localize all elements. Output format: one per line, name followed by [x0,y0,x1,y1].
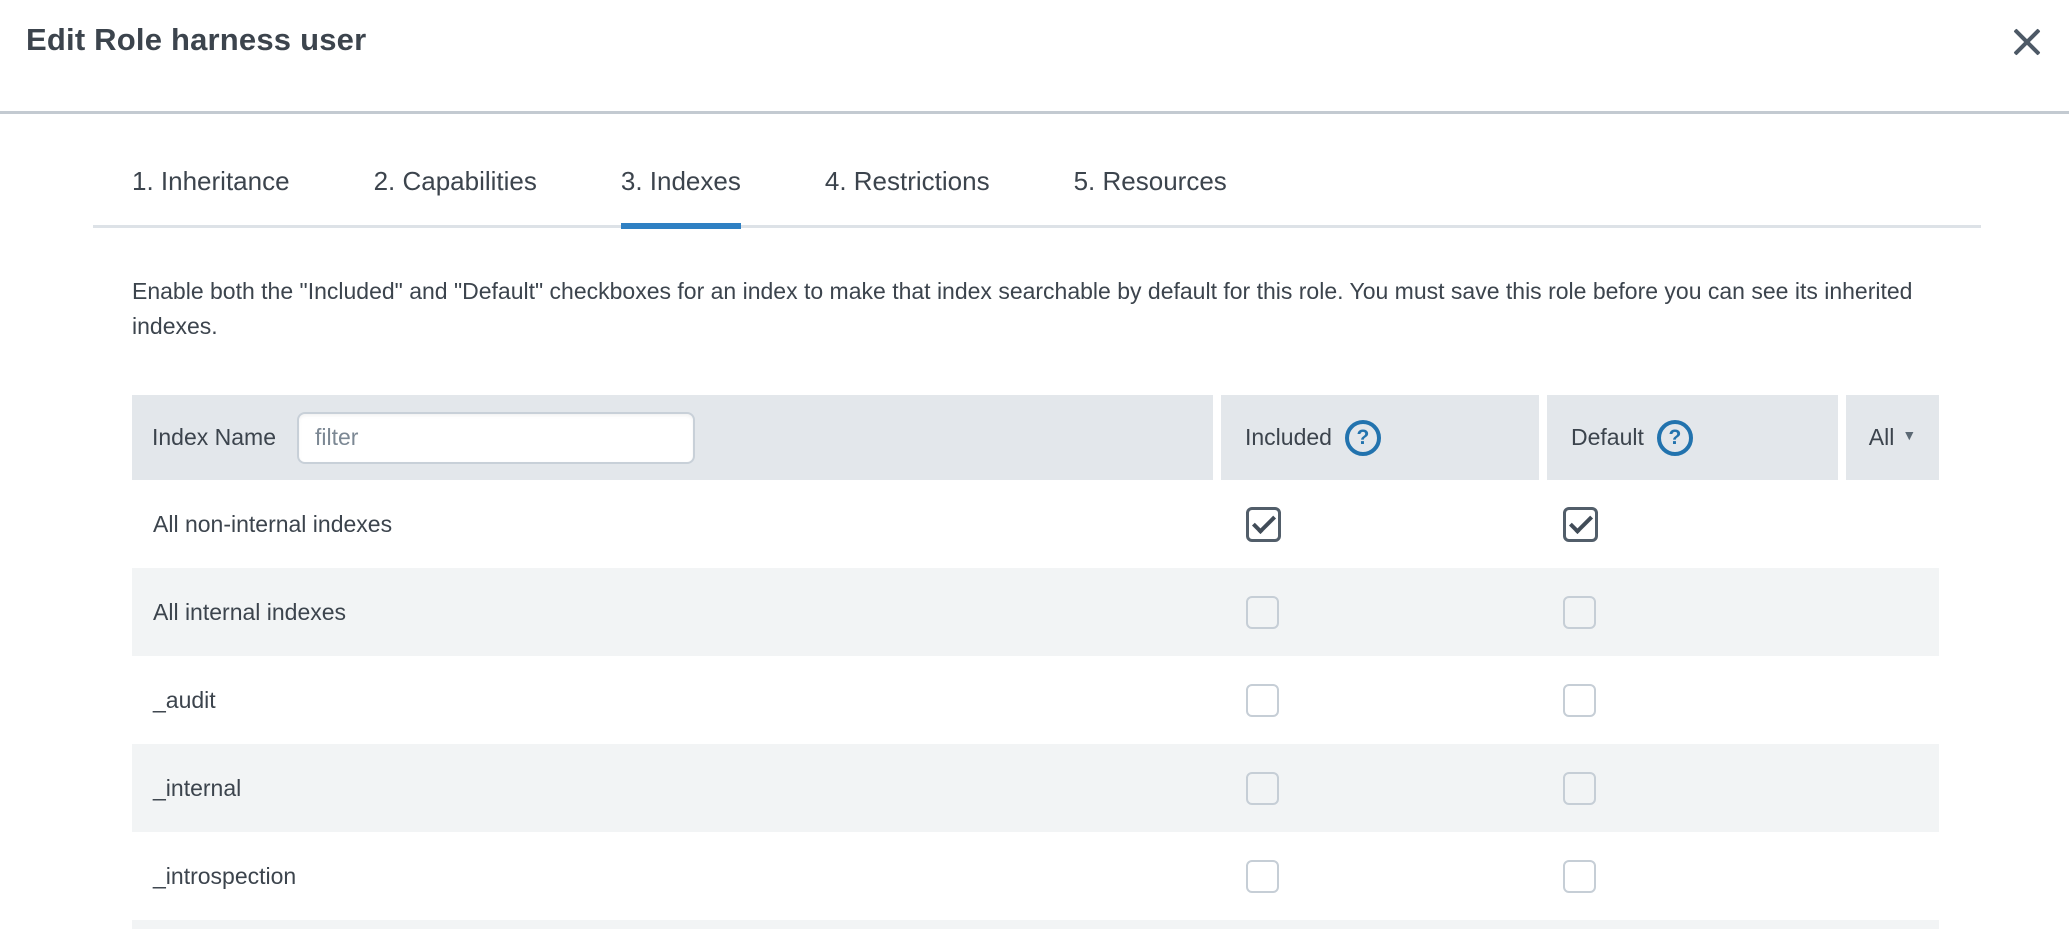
included-checkbox[interactable] [1246,684,1279,717]
default-checkbox[interactable] [1563,772,1596,805]
tab-restrictions[interactable]: 4. Restrictions [825,166,990,229]
indexes-help-text: Enable both the "Included" and "Default"… [132,274,1927,344]
included-checkbox[interactable] [1246,860,1279,893]
next-row-partial [132,920,1939,929]
included-checkbox[interactable] [1246,772,1279,805]
default-checkbox[interactable] [1563,684,1596,717]
all-dropdown[interactable]: All ▼ [1846,395,1939,480]
all-dropdown-label: All [1869,424,1895,451]
index-name: All internal indexes [132,599,1221,626]
table-header: Index Name Included ? Default ? All ▼ [132,395,1939,480]
table-row: _audit [132,656,1939,744]
default-checkbox[interactable] [1563,507,1598,542]
tab-inheritance[interactable]: 1. Inheritance [132,166,290,229]
default-help-icon[interactable]: ? [1657,420,1693,456]
dialog-header: Edit Role harness user [0,0,2069,114]
default-checkbox[interactable] [1563,860,1596,893]
close-icon[interactable] [2005,20,2049,64]
included-header-label: Included [1245,424,1332,451]
index-name-header-label: Index Name [152,424,276,451]
default-checkbox[interactable] [1563,596,1596,629]
included-help-icon[interactable]: ? [1345,420,1381,456]
table-row: _introspection [132,832,1939,920]
table-row: All internal indexes [132,568,1939,656]
included-checkbox[interactable] [1246,596,1279,629]
tab-indexes[interactable]: 3. Indexes [621,166,741,229]
chevron-down-icon: ▼ [1902,427,1916,443]
table-row: _internal [132,744,1939,832]
included-header-cell: Included ? [1221,395,1539,480]
default-header-cell: Default ? [1547,395,1838,480]
tab-capabilities[interactable]: 2. Capabilities [374,166,537,229]
index-name: _introspection [132,863,1221,890]
tab-resources[interactable]: 5. Resources [1074,166,1227,229]
table-row: All non-internal indexes [132,480,1939,568]
dialog-title: Edit Role harness user [26,22,366,58]
index-filter-input[interactable] [297,412,695,464]
dialog-body: 1. Inheritance 2. Capabilities 3. Indexe… [93,114,1981,929]
default-header-label: Default [1571,424,1644,451]
index-name: _audit [132,687,1221,714]
index-name-header-cell: Index Name [132,395,1213,480]
index-name: _internal [132,775,1221,802]
step-tabs: 1. Inheritance 2. Capabilities 3. Indexe… [93,114,1981,228]
included-checkbox[interactable] [1246,507,1281,542]
index-name: All non-internal indexes [132,511,1221,538]
indexes-table: Index Name Included ? Default ? All ▼ Al… [132,395,1939,929]
